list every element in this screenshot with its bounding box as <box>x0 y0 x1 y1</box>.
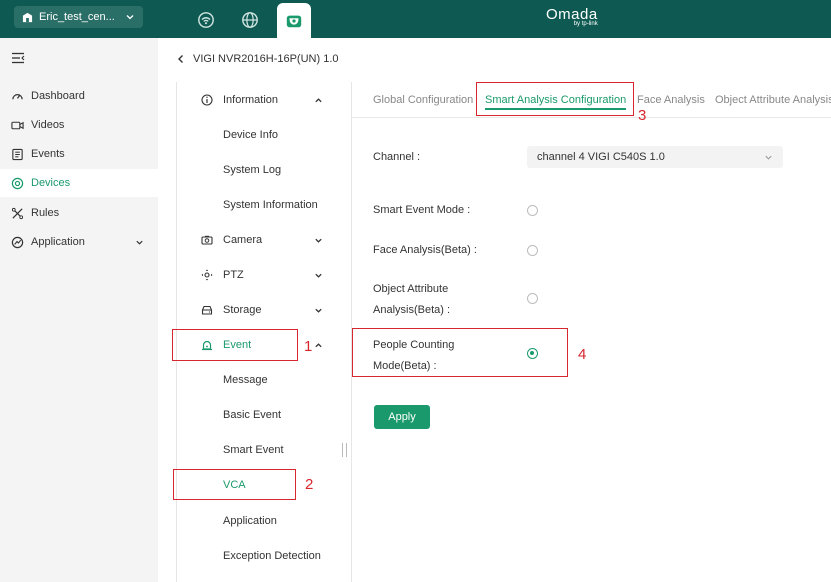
menu-message[interactable]: Message <box>177 367 351 393</box>
dashboard-icon <box>12 93 23 99</box>
apply-button[interactable]: Apply <box>374 405 430 429</box>
menu-ptz[interactable]: PTZ <box>177 262 351 288</box>
menu-system-information[interactable]: System Information <box>177 192 351 218</box>
sidebar-item-label: Application <box>31 236 85 248</box>
sidebar: Dashboard Videos Events Devices Rules Ap… <box>0 38 158 582</box>
video-icon <box>11 121 24 129</box>
annotation-number-2: 2 <box>305 476 314 493</box>
tab-face-analysis[interactable]: Face Analysis <box>637 82 705 118</box>
face-analysis-label: Face Analysis(Beta) : <box>373 244 477 256</box>
menu-label: Exception Detection <box>223 550 321 562</box>
omada-logo: Omada by tp-link <box>546 6 598 27</box>
menu-application[interactable]: Application <box>177 508 351 534</box>
smart-event-mode-label: Smart Event Mode : <box>373 204 471 216</box>
menu-information[interactable]: Information <box>177 87 351 113</box>
sidebar-item-label: Devices <box>31 177 71 189</box>
menu-label: Camera <box>223 234 263 246</box>
object-attribute-label-line2: Analysis(Beta) : <box>373 304 451 316</box>
face-analysis-radio[interactable] <box>527 245 538 256</box>
sidebar-item-label: Rules <box>31 207 60 219</box>
main-panel: VIGI NVR2016H-16P(UN) 1.0 Information De… <box>158 38 831 582</box>
site-name: Eric_test_cen... <box>39 11 115 23</box>
annotation-box-4 <box>352 328 568 377</box>
tab-network[interactable] <box>189 3 223 37</box>
annotation-box-2 <box>173 469 296 500</box>
menu-smart-event[interactable]: Smart Event <box>177 437 351 463</box>
menu-label: System Information <box>223 199 318 211</box>
menu-label: Message <box>223 374 268 386</box>
menu-label: Application <box>223 515 277 527</box>
menu-label: PTZ <box>223 269 244 281</box>
menu-camera[interactable]: Camera <box>177 227 351 253</box>
menu-system-log[interactable]: System Log <box>177 157 351 183</box>
camera-icon <box>201 235 213 245</box>
chevron-down-icon <box>315 308 322 313</box>
rules-icon <box>11 207 24 219</box>
globe-icon <box>242 12 258 28</box>
sidebar-item-devices[interactable]: Devices <box>0 169 158 197</box>
sidebar-item-label: Videos <box>31 119 65 131</box>
channel-value: channel 4 VIGI C540S 1.0 <box>537 151 665 163</box>
chevron-up-icon <box>315 342 322 347</box>
menu-label: Smart Event <box>223 444 284 456</box>
menu-device-info[interactable]: Device Info <box>177 122 351 148</box>
sidebar-item-label: Dashboard <box>31 90 85 102</box>
tab-object-attribute-analysis[interactable]: Object Attribute Analysis <box>715 82 831 118</box>
top-bar: Eric_test_cen... Omada by tp-link <box>0 0 831 38</box>
site-icon <box>22 12 33 22</box>
breadcrumb[interactable]: VIGI NVR2016H-16P(UN) 1.0 <box>176 53 339 65</box>
tab-surveillance[interactable] <box>277 3 311 38</box>
annotation-number-1: 1 <box>304 338 313 355</box>
annotation-number-4: 4 <box>578 346 587 363</box>
menu-storage[interactable]: Storage <box>177 297 351 323</box>
tab-global[interactable] <box>233 3 267 37</box>
site-selector[interactable]: Eric_test_cen... <box>14 6 143 28</box>
annotation-box-3 <box>476 82 634 116</box>
chevron-left-icon[interactable] <box>176 54 186 64</box>
devices-icon <box>11 177 24 189</box>
object-attribute-radio[interactable] <box>527 293 538 304</box>
sidebar-item-events[interactable]: Events <box>0 140 158 168</box>
sidebar-item-dashboard[interactable]: Dashboard <box>0 82 158 110</box>
sidebar-item-rules[interactable]: Rules <box>0 199 158 227</box>
ptz-icon <box>201 269 213 281</box>
chevron-down-icon <box>765 155 772 160</box>
tab-global-configuration[interactable]: Global Configuration <box>373 82 473 118</box>
menu-label: System Log <box>223 164 282 176</box>
chevron-up-icon <box>315 97 322 102</box>
resize-handle[interactable] <box>342 443 347 457</box>
chevron-down-icon <box>136 240 143 245</box>
annotation-box-1 <box>172 329 298 361</box>
menu-basic-event[interactable]: Basic Event <box>177 402 351 428</box>
menu-label: Information <box>223 94 279 106</box>
menu-label: Basic Event <box>223 409 282 421</box>
sidebar-item-videos[interactable]: Videos <box>0 111 158 139</box>
info-icon <box>201 94 213 106</box>
object-attribute-label-line1: Object Attribute <box>373 283 449 295</box>
sidebar-item-label: Events <box>31 148 65 160</box>
wifi-router-icon <box>198 12 214 28</box>
storage-icon <box>201 305 213 315</box>
chevron-down-icon <box>315 273 322 278</box>
chevron-down-icon <box>315 238 322 243</box>
menu-exception-detection[interactable]: Exception Detection <box>177 543 351 569</box>
channel-label: Channel : <box>373 151 421 163</box>
smart-event-mode-radio[interactable] <box>527 205 538 216</box>
channel-select[interactable]: channel 4 VIGI C540S 1.0 <box>527 146 783 168</box>
menu-label: Device Info <box>223 129 279 141</box>
sidebar-item-application[interactable]: Application <box>0 228 158 256</box>
device-title: VIGI NVR2016H-16P(UN) 1.0 <box>193 53 339 65</box>
chevron-down-icon <box>126 15 134 20</box>
camera-dome-icon <box>286 15 302 27</box>
annotation-number-3: 3 <box>638 107 647 124</box>
events-icon <box>12 148 23 160</box>
menu-label: Storage <box>223 304 262 316</box>
application-icon <box>11 236 24 248</box>
collapse-menu-icon[interactable] <box>11 51 25 65</box>
